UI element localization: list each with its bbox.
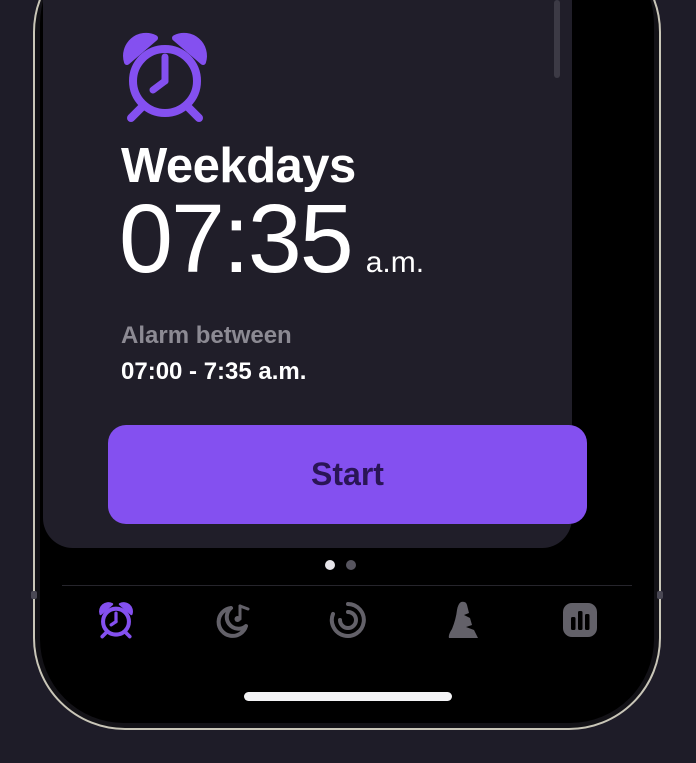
tabbar-divider: [62, 585, 632, 586]
tab-sleep-cycle[interactable]: [325, 597, 371, 643]
alarm-window-range: 07:00 - 7:35 a.m.: [121, 358, 307, 385]
tab-alarm[interactable]: [93, 597, 139, 643]
side-button-right: [657, 591, 663, 599]
tab-sleep-notes[interactable]: [209, 597, 255, 643]
sleep-cycle-icon: [329, 602, 366, 638]
alarm-window-label: Alarm between: [121, 322, 292, 349]
home-indicator[interactable]: [244, 692, 452, 701]
tab-statistics[interactable]: [557, 597, 603, 643]
start-button[interactable]: Start: [108, 425, 587, 524]
alarm-time[interactable]: 07:35 a.m.: [119, 190, 424, 287]
moon-note-icon: [216, 604, 250, 638]
alarm-clock-icon: [99, 602, 133, 639]
statistics-icon: [563, 603, 597, 637]
alarm-time-value: 07:35: [119, 184, 354, 293]
page-dot-2[interactable]: [346, 560, 356, 570]
scroll-indicator: [554, 0, 560, 78]
side-button-left: [31, 591, 37, 599]
page-dot-1[interactable]: [325, 560, 335, 570]
sleep-aid-icon: [448, 601, 478, 638]
alarm-clock-icon: [123, 32, 207, 122]
page-indicator[interactable]: [325, 560, 356, 570]
alarm-time-period: a.m.: [365, 246, 425, 279]
tab-sleep-aid[interactable]: [441, 597, 487, 643]
